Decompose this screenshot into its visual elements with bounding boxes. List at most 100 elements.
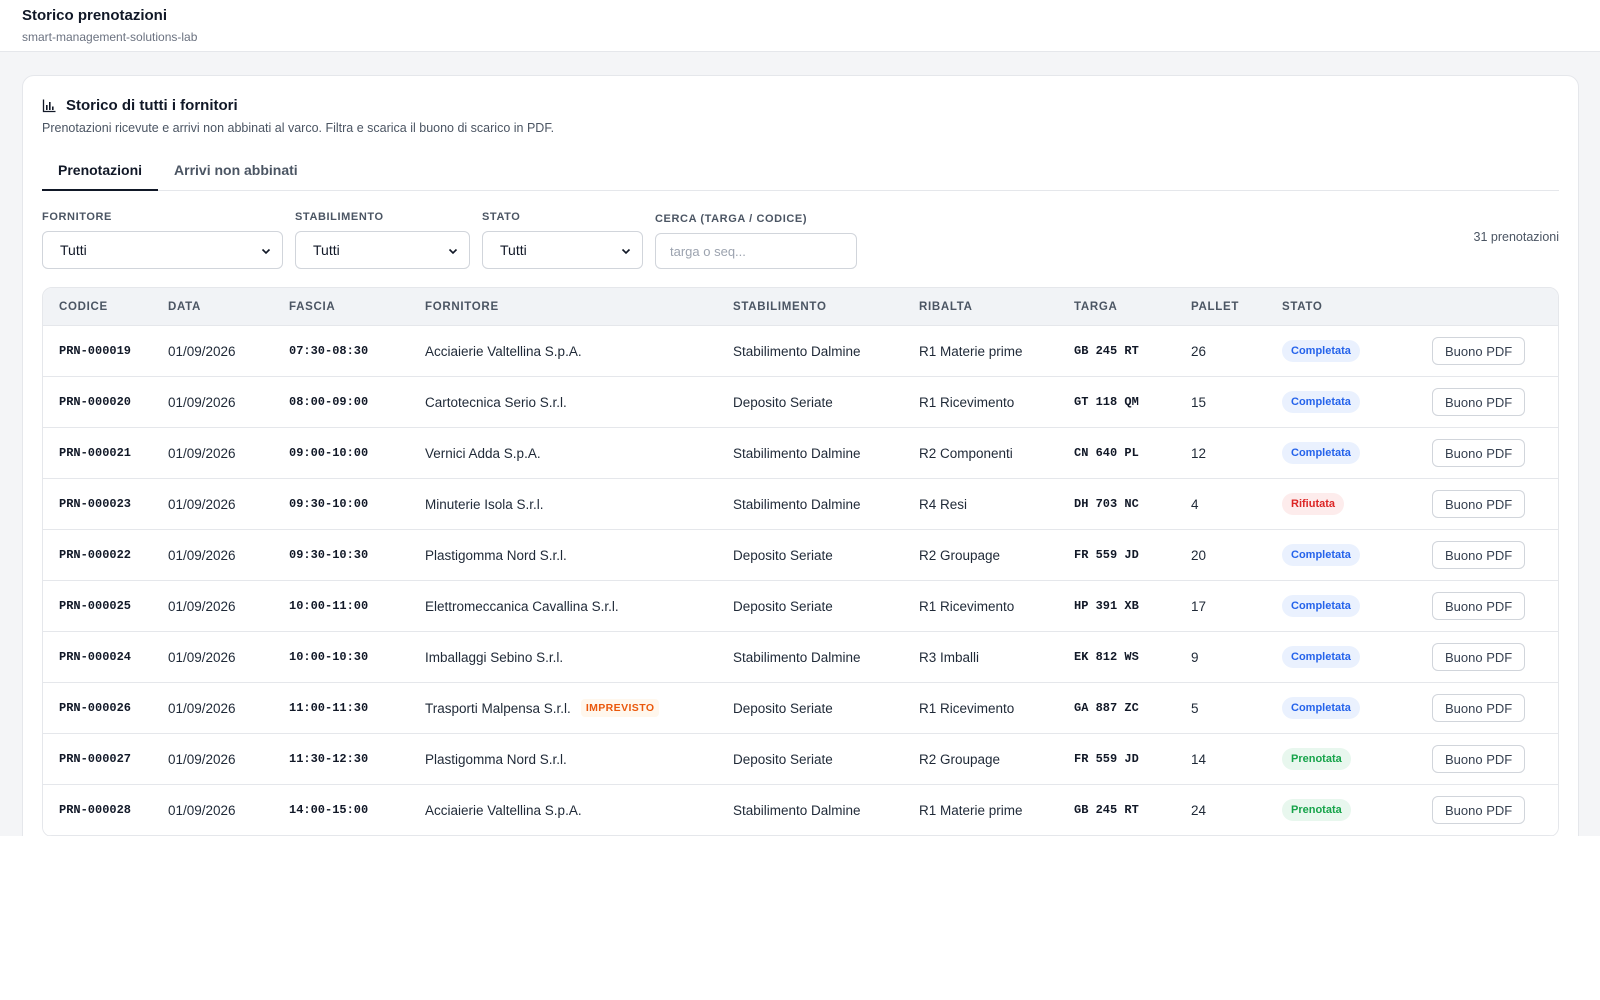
cell-stabilimento: Deposito Seriate <box>733 598 833 614</box>
table-row: PRN-000027 01/09/2026 11:30-12:30 Plastigom… <box>43 734 1558 785</box>
fornitore-select[interactable]: Tutti <box>42 231 283 269</box>
cell-stato: Prenotata <box>1282 748 1432 770</box>
cell-stato: Completata <box>1282 442 1432 464</box>
chevron-down-icon <box>260 244 272 256</box>
status-badge: Completata <box>1282 646 1360 668</box>
fornitore-name: Plastigomma Nord S.r.l. <box>425 547 567 563</box>
cell-actions: Buono PDF <box>1432 592 1537 620</box>
tab-arrivi-non-abbinati[interactable]: Arrivi non abbinati <box>158 158 314 191</box>
cell-data: 01/09/2026 <box>168 343 236 359</box>
cell-fascia: 09:00-10:00 <box>289 446 369 460</box>
table-row: PRN-000026 01/09/2026 11:00-11:30 Trasporti… <box>43 683 1558 734</box>
cell-codice: PRN-000027 <box>59 752 132 766</box>
cell-fornitore: Imballaggi Sebino S.r.l. <box>425 650 733 665</box>
buono-pdf-button[interactable]: Buono PDF <box>1432 694 1526 722</box>
cell-codice: PRN-000028 <box>59 803 132 817</box>
col-ribalta: RIBALTA <box>919 300 973 313</box>
filter-stato-label: STATO <box>482 211 521 223</box>
cell-targa: GA 887 ZC <box>1074 701 1139 715</box>
cell-ribalta: R1 Materie prime <box>919 802 1023 818</box>
cell-stabilimento: Deposito Seriate <box>733 751 833 767</box>
cell-fornitore: Acciaierie Valtellina S.p.A. <box>425 803 733 818</box>
stabilimento-select-value: Tutti <box>313 242 340 258</box>
cell-data: 01/09/2026 <box>168 802 236 818</box>
filter-search-label: CERCA (TARGA / CODICE) <box>655 213 808 225</box>
tab-bar: Prenotazioni Arrivi non abbinati <box>42 158 1559 191</box>
cell-data: 01/09/2026 <box>168 496 236 512</box>
stabilimento-select[interactable]: Tutti <box>295 231 470 269</box>
cell-pallet: 14 <box>1191 751 1207 767</box>
cell-codice: PRN-000020 <box>59 395 132 409</box>
cell-codice: PRN-000026 <box>59 701 132 715</box>
cell-data: 01/09/2026 <box>168 445 236 461</box>
cell-fascia: 10:00-11:00 <box>289 599 369 613</box>
buono-pdf-button[interactable]: Buono PDF <box>1432 796 1526 824</box>
buono-pdf-button[interactable]: Buono PDF <box>1432 745 1526 773</box>
cell-fornitore: Cartotecnica Serio S.r.l. <box>425 395 733 410</box>
cell-stato: Completata <box>1282 697 1432 719</box>
cell-pallet: 5 <box>1191 700 1199 716</box>
cell-pallet: 12 <box>1191 445 1207 461</box>
cell-targa: GB 245 RT <box>1074 803 1139 817</box>
table-row: PRN-000024 01/09/2026 10:00-10:30 Imballagg… <box>43 632 1558 683</box>
cell-fornitore: Plastigomma Nord S.r.l. <box>425 752 733 767</box>
cell-stabilimento: Stabilimento Dalmine <box>733 496 861 512</box>
cell-actions: Buono PDF <box>1432 541 1537 569</box>
col-stato: STATO <box>1282 300 1323 313</box>
fornitore-select-value: Tutti <box>60 242 87 258</box>
buono-pdf-button[interactable]: Buono PDF <box>1432 439 1526 467</box>
cell-targa: CN 640 PL <box>1074 446 1139 460</box>
status-badge: Completata <box>1282 595 1360 617</box>
status-badge: Completata <box>1282 391 1360 413</box>
cell-stabilimento: Deposito Seriate <box>733 700 833 716</box>
cell-stabilimento: Stabilimento Dalmine <box>733 445 861 461</box>
cell-fornitore: Plastigomma Nord S.r.l. <box>425 548 733 563</box>
stato-select[interactable]: Tutti <box>482 231 643 269</box>
fornitore-name: Trasporti Malpensa S.r.l. <box>425 700 571 716</box>
cell-ribalta: R1 Ricevimento <box>919 598 1015 614</box>
cell-targa: DH 703 NC <box>1074 497 1139 511</box>
buono-pdf-button[interactable]: Buono PDF <box>1432 337 1526 365</box>
cell-codice: PRN-000019 <box>59 344 132 358</box>
buono-pdf-button[interactable]: Buono PDF <box>1432 592 1526 620</box>
cell-ribalta: R3 Imballi <box>919 649 980 665</box>
cell-fascia: 08:00-09:00 <box>289 395 369 409</box>
search-input[interactable]: targa o seq... <box>655 233 857 269</box>
card-header: Storico di tutti i fornitori <box>42 96 1559 114</box>
filter-stato: STATO Tutti <box>482 211 643 269</box>
cell-pallet: 26 <box>1191 343 1207 359</box>
status-badge: Prenotata <box>1282 799 1351 821</box>
buono-pdf-button[interactable]: Buono PDF <box>1432 388 1526 416</box>
cell-actions: Buono PDF <box>1432 439 1537 467</box>
cell-stato: Prenotata <box>1282 799 1432 821</box>
buono-pdf-button[interactable]: Buono PDF <box>1432 541 1526 569</box>
cell-pallet: 15 <box>1191 394 1207 410</box>
cell-pallet: 24 <box>1191 802 1207 818</box>
status-badge: Rifiutata <box>1282 493 1344 515</box>
table-row: PRN-000028 01/09/2026 14:00-15:00 Acciaieri… <box>43 785 1558 836</box>
fornitore-name: Imballaggi Sebino S.r.l. <box>425 649 564 665</box>
cell-stabilimento: Deposito Seriate <box>733 394 833 410</box>
chevron-down-icon <box>620 244 632 256</box>
cell-pallet: 17 <box>1191 598 1207 614</box>
card-title: Storico di tutti i fornitori <box>66 96 238 114</box>
cell-stabilimento: Stabilimento Dalmine <box>733 649 861 665</box>
cell-stabilimento: Stabilimento Dalmine <box>733 343 861 359</box>
filter-search: CERCA (TARGA / CODICE) targa o seq... <box>655 213 857 269</box>
cell-actions: Buono PDF <box>1432 796 1537 824</box>
cell-codice: PRN-000024 <box>59 650 132 664</box>
cell-codice: PRN-000022 <box>59 548 132 562</box>
cell-fornitore: Acciaierie Valtellina S.p.A. <box>425 344 733 359</box>
app-viewport: Storico prenotazioni smart-management-so… <box>0 0 1600 836</box>
buono-pdf-button[interactable]: Buono PDF <box>1432 643 1526 671</box>
cell-stato: Completata <box>1282 391 1432 413</box>
buono-pdf-button[interactable]: Buono PDF <box>1432 490 1526 518</box>
cell-codice: PRN-000025 <box>59 599 132 613</box>
fornitore-name: Plastigomma Nord S.r.l. <box>425 751 567 767</box>
cell-actions: Buono PDF <box>1432 388 1537 416</box>
cell-stato: Completata <box>1282 595 1432 617</box>
col-stabilimento: STABILIMENTO <box>733 300 827 313</box>
tab-prenotazioni[interactable]: Prenotazioni <box>42 158 159 191</box>
bar-chart-icon <box>42 98 57 113</box>
table-row: PRN-000019 01/09/2026 07:30-08:30 Acciaieri… <box>43 326 1558 377</box>
